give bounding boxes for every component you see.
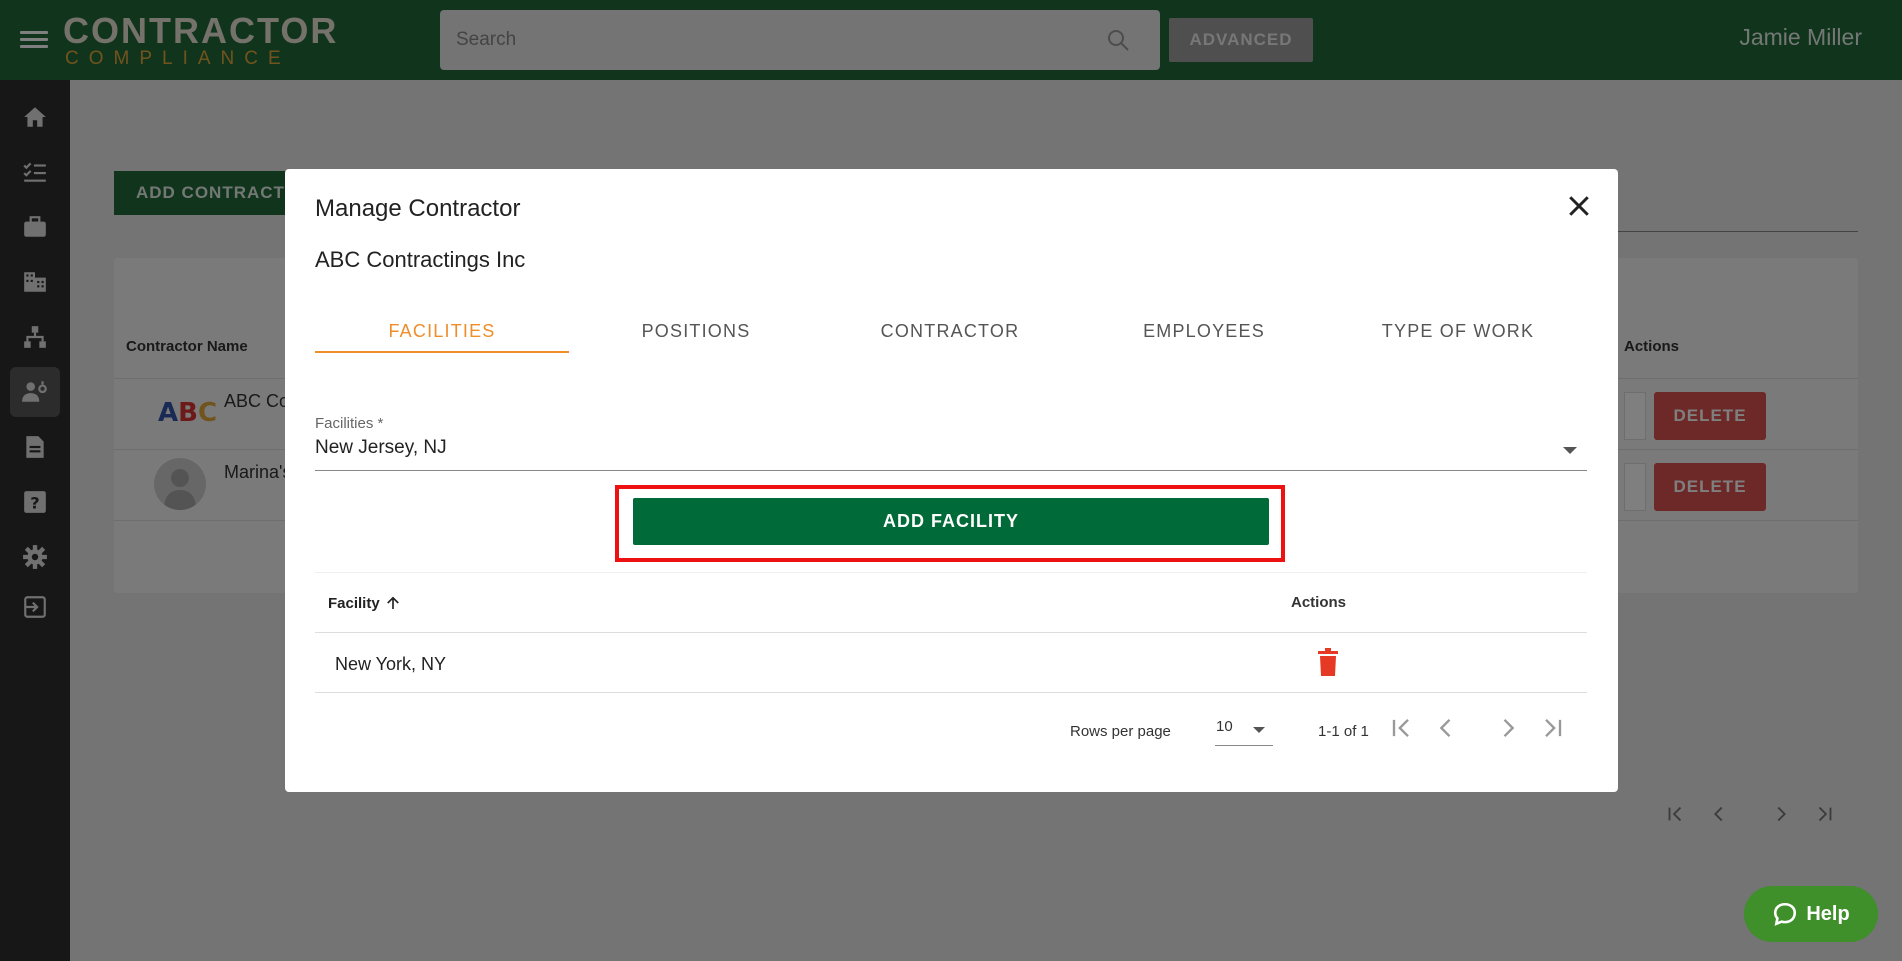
tab-contractor[interactable]: CONTRACTOR xyxy=(823,309,1077,353)
tab-type-of-work[interactable]: TYPE OF WORK xyxy=(1331,309,1585,353)
contractor-subtitle: ABC Contractings Inc xyxy=(315,247,526,272)
pagination-range: 1-1 of 1 xyxy=(1318,723,1369,740)
last-page-icon[interactable] xyxy=(1539,714,1567,742)
tab-positions[interactable]: POSITIONS xyxy=(569,309,823,353)
rows-per-page-select[interactable]: 10 xyxy=(1215,718,1273,746)
tab-bar: FACILITIES POSITIONS CONTRACTOR EMPLOYEE… xyxy=(315,309,1587,353)
first-page-icon[interactable] xyxy=(1387,714,1415,742)
column-header-facility-label: Facility xyxy=(328,594,380,612)
row-divider xyxy=(315,632,1587,633)
facilities-selected-value: New Jersey, NJ xyxy=(315,437,447,458)
dialog-title: Manage Contractor xyxy=(315,195,521,222)
rows-per-page-label: Rows per page xyxy=(1070,723,1171,740)
chevron-down-icon xyxy=(1253,727,1265,733)
facilities-select[interactable]: New Jersey, NJ xyxy=(315,437,1587,471)
facility-cell: New York, NY xyxy=(335,654,447,674)
help-button[interactable]: Help xyxy=(1744,886,1878,942)
close-icon[interactable] xyxy=(1564,191,1594,221)
next-page-icon[interactable] xyxy=(1494,714,1522,742)
chat-icon xyxy=(1774,902,1797,926)
table-top-border xyxy=(315,572,1587,573)
add-facility-button[interactable]: ADD FACILITY xyxy=(633,498,1269,545)
facilities-label: Facilities * xyxy=(315,415,384,432)
manage-contractor-dialog: Manage Contractor ABC Contractings Inc F… xyxy=(285,169,1618,792)
previous-page-icon[interactable] xyxy=(1432,714,1460,742)
row-divider xyxy=(315,692,1587,693)
tab-employees[interactable]: EMPLOYEES xyxy=(1077,309,1331,353)
rows-per-page-value: 10 xyxy=(1216,718,1233,735)
tab-facilities[interactable]: FACILITIES xyxy=(315,309,569,353)
help-label: Help xyxy=(1806,902,1850,925)
column-header-actions: Actions xyxy=(1291,594,1347,611)
sort-ascending-icon xyxy=(386,596,399,609)
trash-icon[interactable] xyxy=(1317,648,1339,676)
column-header-facility[interactable]: Facility xyxy=(328,594,402,612)
chevron-down-icon xyxy=(1563,447,1577,454)
